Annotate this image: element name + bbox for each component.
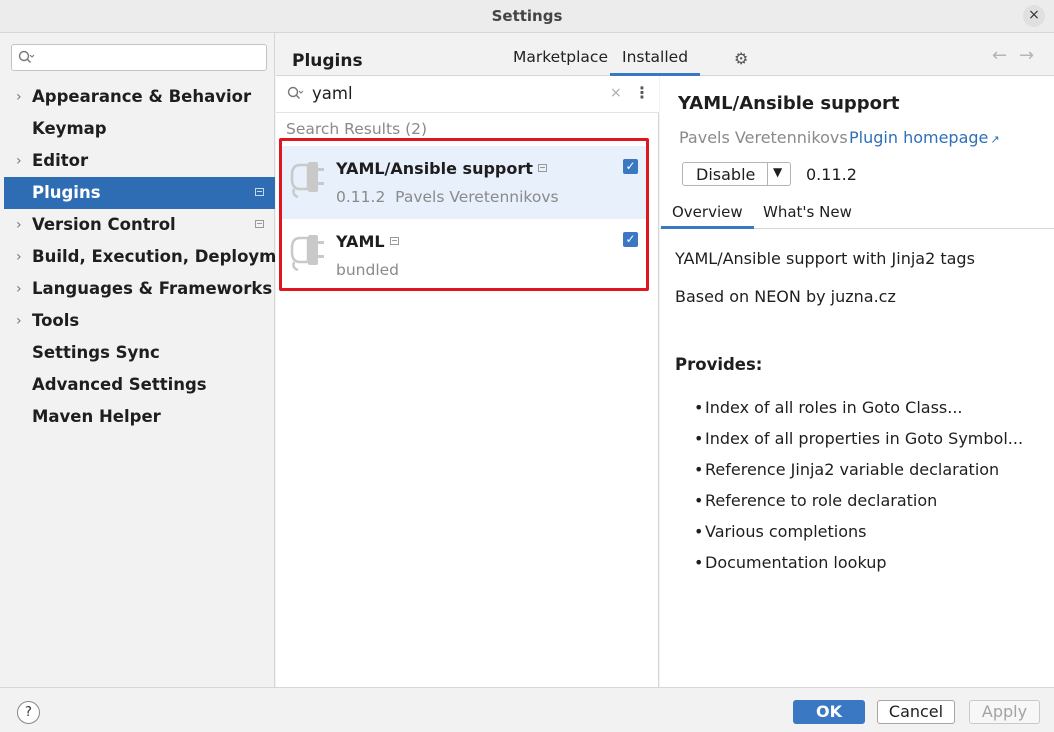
sidebar-search-input[interactable] (11, 44, 267, 71)
sidebar-item-label: Settings Sync (32, 343, 160, 362)
chevron-right-icon[interactable]: › (16, 305, 22, 337)
plugin-row-yaml-ansible[interactable]: YAML/Ansible support 0.11.2 Pavels Veret… (280, 146, 649, 219)
sidebar-item-label: Keymap (32, 119, 107, 138)
disable-button-label[interactable]: Disable (696, 165, 755, 184)
plugin-search-input[interactable]: yaml × ⋮ (276, 76, 659, 113)
chevron-right-icon[interactable]: › (16, 273, 22, 305)
tab-whats-new[interactable]: What's New (752, 203, 863, 229)
sidebar-nav: › Appearance & Behavior Keymap › Editor Pl… (0, 81, 307, 433)
plugin-subtitle: bundled (336, 261, 400, 279)
plugin-homepage-link[interactable]: Plugin homepage ↗ (849, 128, 1000, 147)
ok-button[interactable]: OK (793, 700, 865, 724)
plugin-name: YAML/Ansible support (336, 159, 547, 178)
list-item: Reference to role declaration (694, 491, 1023, 522)
cancel-button[interactable]: Cancel (877, 700, 955, 724)
apply-button[interactable]: Apply (969, 700, 1040, 724)
list-item: Index of all roles in Goto Class... (694, 398, 1023, 429)
project-level-icon (255, 220, 264, 228)
project-level-icon (537, 164, 547, 172)
external-link-icon: ↗ (990, 133, 1000, 146)
sidebar-item-plugins[interactable]: Plugins (4, 177, 275, 209)
enable-checkbox[interactable]: ✓ (623, 232, 638, 247)
plugin-version: 0.11.2 (336, 188, 386, 206)
chevron-right-icon[interactable]: › (16, 81, 22, 113)
list-item: Index of all properties in Goto Symbol..… (694, 429, 1023, 460)
provides-heading: Provides: (675, 355, 763, 374)
disable-split-button[interactable]: Disable ▼ (682, 162, 791, 186)
list-item: Various completions (694, 522, 1023, 553)
provides-list: Index of all roles in Goto Class... Inde… (694, 398, 1023, 584)
plugin-vendor: Pavels Veretennikovs (395, 188, 559, 206)
search-results-label: Search Results (2) (286, 120, 428, 138)
sidebar-item-label: Build, Execution, Deployment (32, 247, 308, 266)
sidebar-item-label: Advanced Settings (32, 375, 207, 394)
dialog-footer: ? OK Cancel Apply (0, 687, 1054, 732)
plugin-name: YAML (336, 232, 399, 251)
window-title: Settings (491, 7, 563, 25)
settings-sidebar: › Appearance & Behavior Keymap › Editor Pl… (0, 33, 307, 687)
sidebar-item-appearance-behavior[interactable]: › Appearance & Behavior (0, 81, 275, 113)
plugin-description: YAML/Ansible support with Jinja2 tags (675, 249, 975, 268)
chevron-right-icon[interactable]: › (16, 241, 22, 273)
project-level-icon (255, 188, 264, 196)
plugin-detail-vendor: Pavels Veretennikovs (679, 128, 848, 147)
sidebar-item-label: Version Control (32, 215, 176, 234)
sidebar-item-label: Maven Helper (32, 407, 161, 426)
plugin-name-text: YAML/Ansible support (336, 159, 533, 178)
title-bar: Settings × (0, 0, 1054, 33)
plugin-icon (290, 162, 324, 199)
search-query[interactable]: yaml (312, 84, 353, 103)
chevron-right-icon[interactable]: › (16, 209, 22, 241)
sidebar-item-advanced-settings[interactable]: Advanced Settings (0, 369, 275, 401)
homepage-label[interactable]: Plugin homepage (849, 128, 988, 147)
sidebar-item-build-execution-deployment[interactable]: › Build, Execution, Deployment (0, 241, 307, 273)
close-icon[interactable]: × (1023, 5, 1045, 27)
sidebar-item-keymap[interactable]: Keymap (0, 113, 275, 145)
forward-arrow-icon[interactable]: → (1019, 45, 1034, 66)
back-arrow-icon[interactable]: ← (992, 45, 1007, 66)
help-icon[interactable]: ? (17, 701, 40, 724)
sidebar-item-label: Tools (32, 311, 80, 330)
sidebar-item-editor[interactable]: › Editor (0, 145, 275, 177)
sidebar-item-label: Editor (32, 151, 89, 170)
plugin-list-panel: yaml × ⋮ Search Results (2) YAML/Ansible… (276, 76, 659, 687)
split-divider (767, 163, 768, 185)
plugin-meta: 0.11.2 Pavels Veretennikovs (336, 188, 559, 206)
more-options-icon[interactable]: ⋮ (634, 83, 650, 102)
project-level-icon (389, 237, 399, 245)
plugin-row-yaml[interactable]: YAML bundled ✓ (280, 219, 649, 292)
plugin-name-text: YAML (336, 232, 385, 251)
chevron-right-icon[interactable]: › (16, 145, 22, 177)
clear-search-icon[interactable]: × (610, 85, 622, 101)
tab-installed[interactable]: Installed (610, 48, 701, 76)
search-icon (18, 50, 35, 63)
sidebar-item-maven-helper[interactable]: Maven Helper (0, 401, 275, 433)
list-item: Documentation lookup (694, 553, 1023, 584)
tab-overview[interactable]: Overview (661, 203, 754, 229)
caret-down-icon[interactable]: ▼ (773, 165, 782, 179)
plugin-description-credit: Based on NEON by juzna.cz (675, 287, 896, 306)
list-item: Reference Jinja2 variable declaration (694, 460, 1023, 491)
detail-tabs: Overview What's New (660, 197, 1054, 229)
enable-checkbox[interactable]: ✓ (623, 159, 638, 174)
gear-icon[interactable]: ⚙ (734, 49, 748, 68)
plugin-detail-title: YAML/Ansible support (678, 93, 900, 114)
sidebar-item-label: Languages & Frameworks (32, 279, 273, 298)
search-icon (287, 86, 304, 99)
sidebar-item-settings-sync[interactable]: Settings Sync (0, 337, 275, 369)
sidebar-item-tools[interactable]: › Tools (0, 305, 275, 337)
plugin-icon (290, 235, 324, 272)
sidebar-item-version-control[interactable]: › Version Control (0, 209, 275, 241)
sidebar-item-label: Appearance & Behavior (32, 87, 252, 106)
tab-marketplace[interactable]: Marketplace (501, 48, 620, 76)
plugins-header: Plugins Marketplace Installed ⚙ ← → (276, 33, 1054, 76)
sidebar-item-languages-frameworks[interactable]: › Languages & Frameworks (0, 273, 275, 305)
page-title: Plugins (292, 51, 363, 71)
plugin-details-panel: YAML/Ansible support Pavels Veretennikov… (660, 76, 1054, 687)
sidebar-item-label: Plugins (32, 183, 101, 202)
plugin-detail-version: 0.11.2 (806, 165, 857, 184)
